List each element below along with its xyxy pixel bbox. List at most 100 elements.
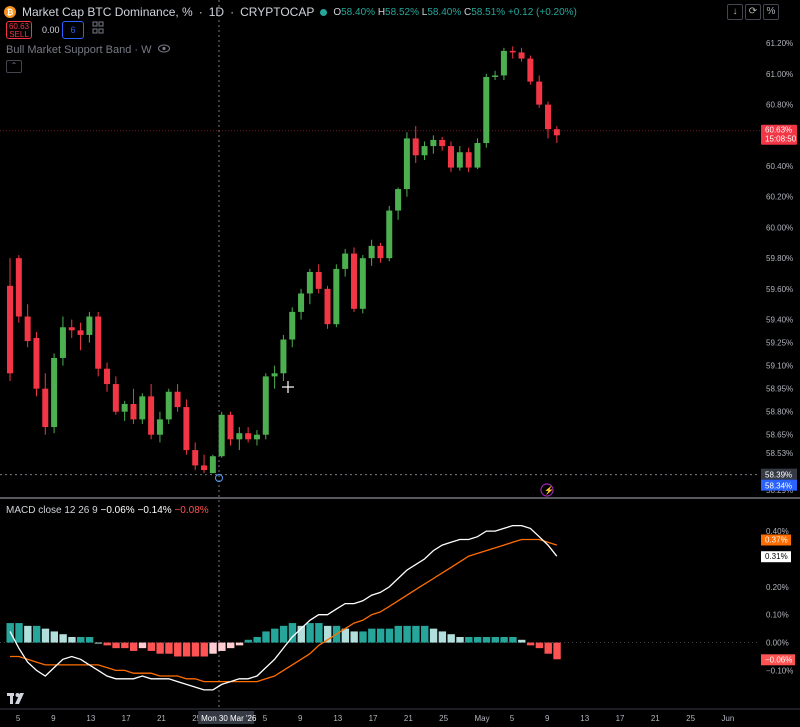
candle-body bbox=[439, 139, 446, 147]
candle-body bbox=[483, 76, 490, 144]
candle-body bbox=[518, 52, 525, 59]
histogram-bar bbox=[156, 642, 164, 654]
candle-body bbox=[271, 373, 278, 377]
candle-body bbox=[156, 419, 163, 435]
candle-body bbox=[306, 271, 313, 294]
candle-body bbox=[218, 414, 225, 457]
candle-body bbox=[386, 210, 393, 259]
candle-body bbox=[77, 330, 84, 335]
histogram-bar bbox=[41, 628, 50, 643]
price-tick-label: 61.20% bbox=[766, 39, 793, 48]
candle-body bbox=[368, 245, 375, 259]
histogram-bar bbox=[473, 637, 482, 643]
candle-body bbox=[421, 146, 428, 156]
histogram-bar bbox=[50, 631, 58, 643]
time-tick-label: 13 bbox=[580, 714, 589, 723]
histogram-bar bbox=[147, 642, 156, 651]
price-tick-label: 59.25% bbox=[766, 339, 793, 348]
candle-body bbox=[509, 50, 516, 53]
histogram-bar bbox=[94, 642, 103, 644]
histogram-bar bbox=[412, 625, 420, 643]
candle-body bbox=[95, 316, 102, 369]
histogram-bar bbox=[350, 631, 358, 643]
histogram-axis-label: −0.06% bbox=[765, 655, 792, 664]
histogram-bar bbox=[227, 642, 235, 649]
price-tick-label: 59.60% bbox=[766, 285, 793, 294]
main-pane: ⚡ bbox=[0, 0, 800, 710]
histogram-bar bbox=[32, 625, 41, 643]
histogram-bar bbox=[253, 637, 261, 643]
candle-body bbox=[245, 433, 252, 440]
price-tick-label: 59.80% bbox=[766, 254, 793, 263]
crosshair-price-label: 58.39% bbox=[765, 471, 792, 480]
histogram-bar bbox=[129, 642, 138, 651]
time-tick-label: 25 bbox=[686, 714, 695, 723]
histogram-bar bbox=[465, 637, 473, 643]
histogram-bar bbox=[535, 642, 544, 649]
histogram-bar bbox=[112, 642, 120, 649]
histogram-bar bbox=[368, 628, 376, 643]
signal-axis-label: 0.37% bbox=[765, 536, 788, 545]
candle-body bbox=[236, 433, 243, 440]
candle-body bbox=[333, 268, 340, 325]
histogram-bar bbox=[438, 631, 447, 643]
candle-body bbox=[112, 384, 119, 412]
current-price-label: 60.63% bbox=[765, 126, 792, 135]
signal-line bbox=[10, 538, 557, 683]
histogram-bar bbox=[235, 642, 244, 646]
time-tick-label: 17 bbox=[616, 714, 625, 723]
candle-body bbox=[448, 146, 454, 168]
candle-body bbox=[165, 391, 172, 420]
price-tick-label: 58.80% bbox=[766, 408, 793, 417]
candle-body bbox=[456, 152, 463, 168]
histogram-bar bbox=[429, 628, 438, 643]
candle-body bbox=[7, 285, 13, 374]
macd-tick-label: 0.20% bbox=[766, 583, 789, 592]
candle-body bbox=[59, 327, 66, 358]
candle-body bbox=[174, 391, 181, 408]
candle-body bbox=[350, 253, 357, 309]
candle-body bbox=[545, 104, 552, 130]
price-tick-label: 58.95% bbox=[766, 385, 793, 394]
histogram-bar bbox=[526, 642, 535, 646]
histogram-bar bbox=[218, 642, 226, 651]
candle-body bbox=[104, 368, 111, 385]
histogram-bar bbox=[24, 625, 32, 643]
macd-tick-label: 0.10% bbox=[766, 611, 789, 620]
candle-body bbox=[130, 404, 137, 420]
macd-tick-label: 0.00% bbox=[766, 639, 789, 648]
candle-body bbox=[183, 407, 190, 451]
histogram-bar bbox=[209, 642, 217, 654]
time-tick-label: 21 bbox=[651, 714, 660, 723]
histogram-bar bbox=[103, 642, 111, 646]
overlay bbox=[282, 381, 294, 393]
candle-body bbox=[68, 327, 75, 331]
candle-body bbox=[527, 58, 534, 82]
candle-body bbox=[51, 357, 58, 428]
histogram-bar bbox=[518, 639, 526, 643]
histogram-bar bbox=[138, 642, 147, 649]
histogram-bar bbox=[121, 642, 129, 649]
time-tick-label: 9 bbox=[298, 714, 303, 723]
candle-body bbox=[280, 339, 287, 374]
histogram-bar bbox=[359, 631, 367, 643]
price-chart[interactable]: ⚡ 61.20%61.00%60.80%60.40%60.20%60.00%59… bbox=[0, 0, 800, 727]
histogram-bar bbox=[544, 642, 552, 654]
histogram-bar bbox=[244, 639, 253, 643]
histogram-bar bbox=[279, 625, 288, 643]
histogram-bar bbox=[403, 625, 411, 643]
price-tick-label: 58.65% bbox=[766, 431, 793, 440]
candle-body bbox=[201, 465, 208, 471]
price-tick-label: 59.10% bbox=[766, 362, 793, 371]
candle-body bbox=[474, 143, 481, 168]
time-tick-label: 5 bbox=[16, 714, 21, 723]
macd-tick-label: −0.10% bbox=[766, 666, 793, 675]
histogram-bar bbox=[394, 625, 402, 643]
lightning-glyph: ⚡ bbox=[544, 485, 554, 495]
histogram-bar bbox=[315, 623, 323, 643]
time-tick-label: 5 bbox=[510, 714, 515, 723]
candle-body bbox=[148, 396, 155, 435]
time-tick-label: 9 bbox=[51, 714, 56, 723]
histogram-bar bbox=[85, 637, 94, 643]
candle-body bbox=[86, 316, 93, 335]
